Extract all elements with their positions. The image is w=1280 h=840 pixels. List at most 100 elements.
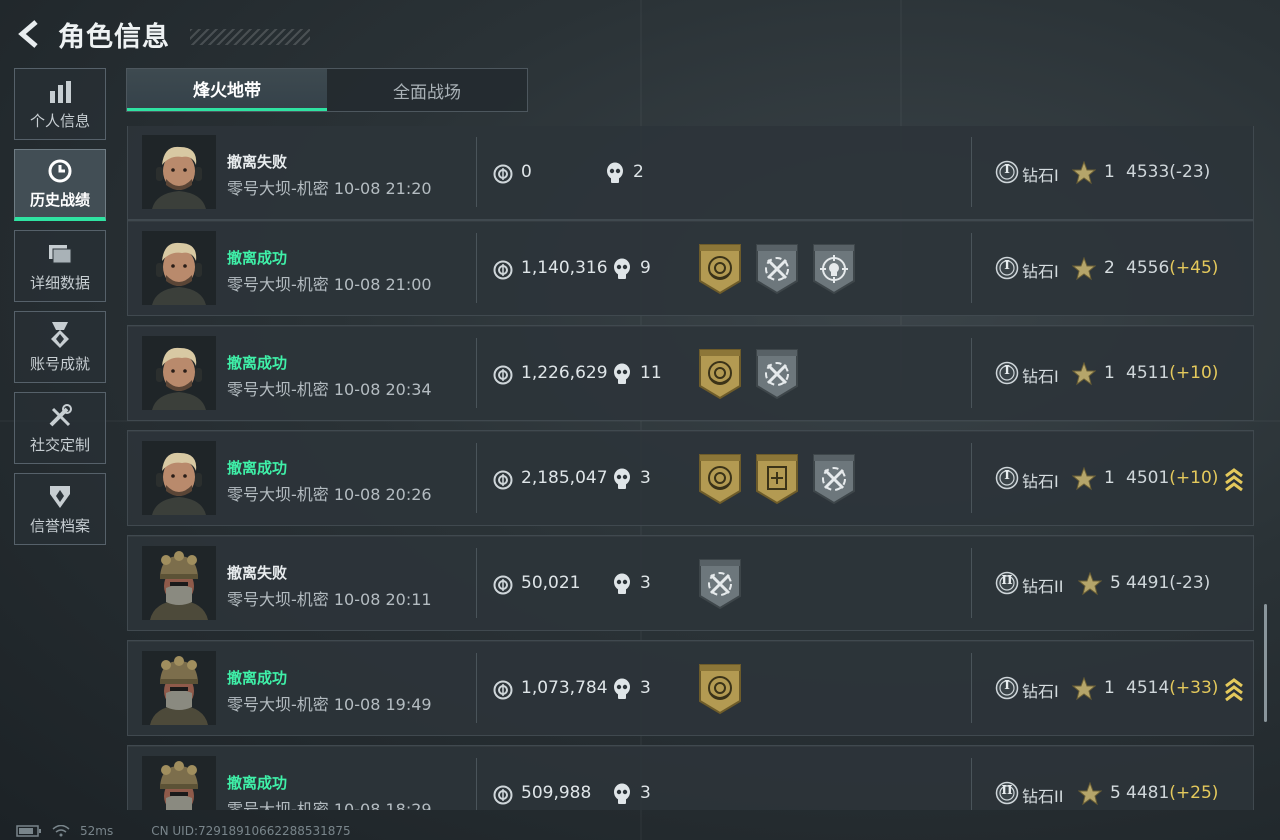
skull-icon — [607, 162, 623, 183]
divider — [971, 548, 972, 618]
player-uid: CN UID:7291891066228853187​5 — [151, 824, 351, 838]
rank-up-chevron-icon — [1225, 678, 1243, 702]
star-count: 2 — [1104, 258, 1115, 278]
star-icon — [1072, 161, 1096, 185]
map-and-time: 零号大坝-机密 10-08 21:20 — [227, 175, 432, 199]
star-count: 5 — [1110, 783, 1121, 803]
operator-avatar — [142, 756, 216, 810]
skull-icon — [614, 678, 630, 699]
scrollbar[interactable] — [1264, 604, 1267, 722]
operator-avatar — [142, 546, 216, 620]
gold-laurel-badge-icon[interactable] — [698, 663, 742, 715]
match-time: 10-08 20:26 — [333, 485, 432, 504]
nav-item-achievements[interactable]: 账号成就 — [14, 311, 106, 383]
star-icon — [1078, 782, 1102, 806]
rank-score: 4491(-23) — [1126, 573, 1210, 593]
mode-tabs: 烽火地带 全面战场 — [126, 68, 528, 112]
map-name: 零号大坝-机密 — [227, 380, 329, 399]
kill-count: 3 — [640, 573, 651, 593]
match-record-row[interactable]: 撤离成功 零号大坝-机密 10-08 19:49 1,073,784 3 I 钻石I 1 45… — [127, 640, 1254, 736]
battery-icon — [16, 825, 41, 837]
match-time: 10-08 21:20 — [333, 179, 432, 198]
kill-count: 3 — [640, 783, 651, 803]
map-name: 零号大坝-机密 — [227, 800, 329, 810]
divider — [971, 443, 972, 513]
medal-badges — [698, 348, 799, 400]
gold-laurel-badge-icon[interactable] — [698, 348, 742, 400]
chevron-left-icon — [18, 20, 38, 48]
skull-icon — [614, 783, 630, 804]
rank-up-chevron-icon — [1225, 468, 1243, 492]
coin-icon — [493, 365, 513, 385]
tab-beacon-zone[interactable]: 烽火地带 — [127, 69, 327, 111]
star-icon — [1078, 572, 1102, 596]
match-record-row[interactable]: 撤离成功 零号大坝-机密 10-08 20:26 2,185,047 3 I 钻石I 1 45… — [127, 430, 1254, 526]
score-value: 4501 — [1126, 468, 1170, 488]
header: 角色信息 — [14, 12, 310, 56]
page-title: 角色信息 — [58, 21, 170, 53]
ping-readout: 52ms — [80, 824, 114, 838]
gold-laurel-badge-icon[interactable] — [698, 243, 742, 295]
star-count: 1 — [1104, 363, 1115, 383]
crossed-weapons-badge-icon[interactable] — [812, 453, 856, 505]
crossed-weapons-badge-icon[interactable] — [698, 558, 742, 610]
coin-icon — [493, 260, 513, 280]
coin-icon — [493, 470, 513, 490]
kill-count: 2 — [633, 162, 644, 182]
divider — [971, 338, 972, 408]
nav-item-detailed-data[interactable]: 详细数据 — [14, 230, 106, 302]
match-record-row[interactable]: 撤离失败 零号大坝-机密 10-08 21:20 0 2 I 钻石I 1 4533(-23) — [127, 126, 1254, 220]
extraction-result: 撤离成功 — [227, 459, 288, 477]
rank-name: 钻石I — [1022, 166, 1059, 185]
star-icon — [1072, 677, 1096, 701]
kill-count: 3 — [640, 678, 651, 698]
nav-item-social-custom[interactable]: 社交定制 — [14, 392, 106, 464]
nav-label: 详细数据 — [29, 273, 90, 292]
nav-item-personal-info[interactable]: 个人信息 — [14, 68, 106, 140]
map-name: 零号大坝-机密 — [227, 695, 329, 714]
skull-icon — [614, 363, 630, 384]
operator-avatar — [142, 336, 216, 410]
match-record-row[interactable]: 撤离成功 零号大坝-机密 10-08 20:34 1,226,629 11 I 钻石I 1 4… — [127, 325, 1254, 421]
crossed-weapons-badge-icon[interactable] — [755, 243, 799, 295]
match-time: 10-08 18:29 — [333, 800, 432, 810]
nav-item-credit-record[interactable]: 信誉档案 — [14, 473, 106, 545]
divider — [476, 548, 477, 618]
loot-value: 2,185,047 — [521, 468, 608, 488]
map-and-time: 零号大坝-机密 10-08 19:49 — [227, 691, 432, 715]
divider — [971, 137, 972, 207]
extraction-result: 撤离成功 — [227, 669, 288, 687]
history-clock-icon — [46, 157, 74, 185]
map-name: 零号大坝-机密 — [227, 275, 329, 294]
gold-laurel-badge-icon[interactable] — [698, 453, 742, 505]
match-record-row[interactable]: 撤离失败 零号大坝-机密 10-08 20:11 50,021 3 II 钻石II 5 449… — [127, 535, 1254, 631]
match-time: 10-08 19:49 — [333, 695, 432, 714]
score-value: 4511 — [1126, 363, 1170, 383]
map-and-time: 零号大坝-机密 10-08 20:26 — [227, 481, 432, 505]
kill-count: 3 — [640, 468, 651, 488]
tab-full-battlefield[interactable]: 全面战场 — [327, 69, 527, 111]
nav-item-match-history[interactable]: 历史战绩 — [14, 149, 106, 221]
coin-icon — [493, 164, 513, 184]
score-delta: (-23) — [1169, 162, 1211, 182]
loot-value: 509,988 — [521, 783, 592, 803]
match-record-row[interactable]: 撤离成功 零号大坝-机密 10-08 18:29 509,988 3 II 钻石II 5 44… — [127, 745, 1254, 810]
skull-target-badge-icon[interactable] — [812, 243, 856, 295]
operator-avatar — [142, 441, 216, 515]
operator-avatar — [142, 135, 216, 209]
match-record-row[interactable]: 撤离成功 零号大坝-机密 10-08 21:00 1,140,316 9 I 钻石I 2 45… — [127, 220, 1254, 316]
rank-name: 钻石I — [1022, 682, 1059, 701]
match-time: 10-08 20:34 — [333, 380, 432, 399]
rank-score: 4511(+10) — [1126, 363, 1218, 383]
loot-value: 0 — [521, 162, 532, 182]
star-icon — [1072, 257, 1096, 281]
star-count: 1 — [1104, 468, 1115, 488]
rank-name: 钻石II — [1022, 787, 1064, 806]
gold-card-badge-icon[interactable] — [755, 453, 799, 505]
crossed-weapons-badge-icon[interactable] — [755, 348, 799, 400]
back-button[interactable] — [14, 14, 44, 54]
medal-icon — [46, 321, 74, 349]
skull-icon — [614, 573, 630, 594]
kill-count: 9 — [640, 258, 651, 278]
loot-value: 1,073,784 — [521, 678, 608, 698]
